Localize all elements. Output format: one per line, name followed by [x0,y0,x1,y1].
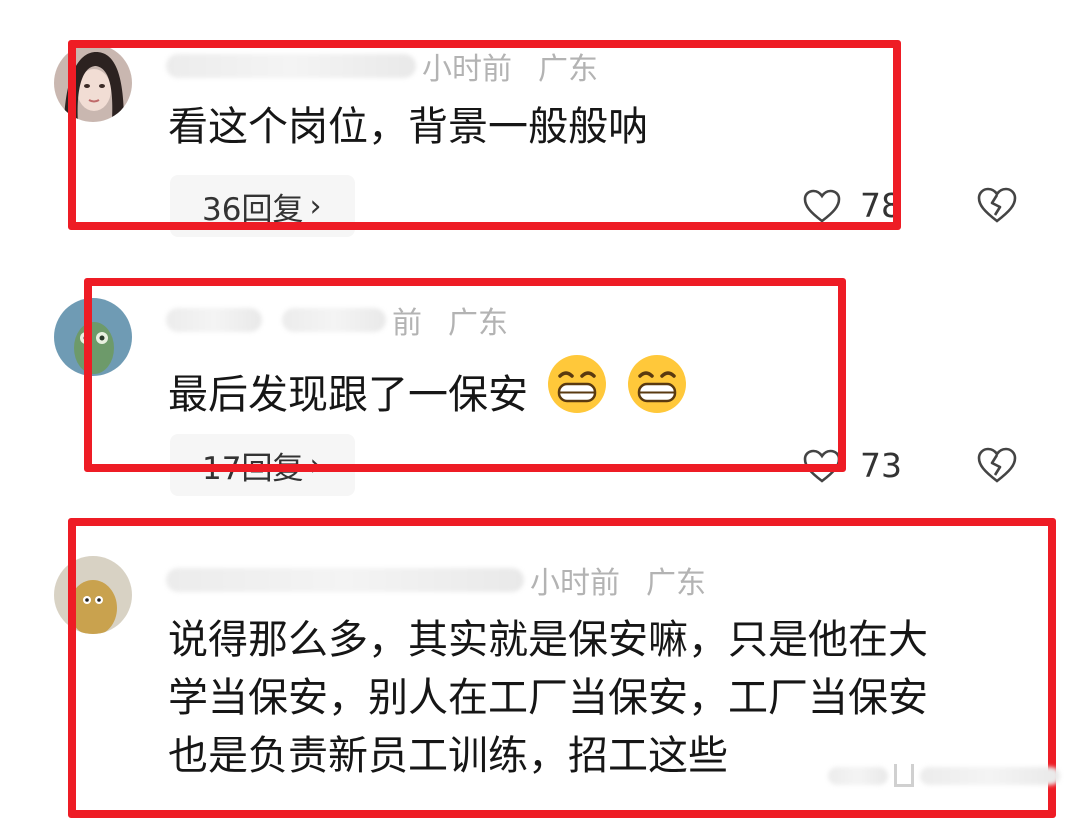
highlight-box [68,40,901,230]
blurred-watermark [920,766,1060,785]
broken-heart-icon [977,447,1017,483]
broken-heart-icon [977,187,1017,223]
dislike-button[interactable] [976,446,1018,488]
watermark [828,764,1066,787]
watermark-mark [894,764,914,787]
blurred-watermark [828,766,888,785]
like-count: 73 [860,446,902,485]
dislike-button[interactable] [976,186,1018,228]
highlight-box [84,278,846,472]
